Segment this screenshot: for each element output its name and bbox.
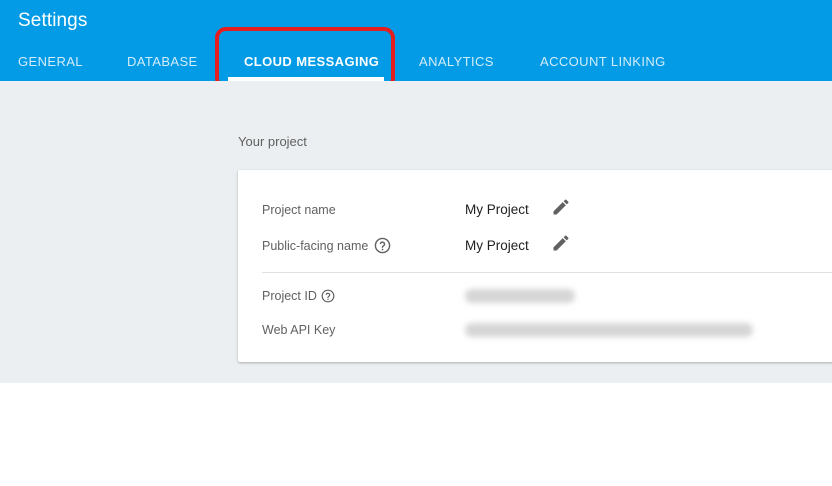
project-card: Project name My Project Public-facing na… <box>238 170 832 362</box>
section-heading: Your project <box>238 134 307 149</box>
page-title: Settings <box>18 10 88 31</box>
public-facing-name-value: My Project <box>465 238 529 253</box>
highlight-annotation <box>215 27 395 89</box>
project-name-value: My Project <box>465 202 529 217</box>
tab-general[interactable]: GENERAL <box>18 54 83 69</box>
web-api-key-value-redacted <box>465 323 753 337</box>
project-name-label: Project name <box>262 203 336 217</box>
app-header: Settings GENERAL DATABASE CLOUD MESSAGIN… <box>0 0 832 81</box>
help-circle-icon[interactable] <box>374 237 391 254</box>
project-name-label-text: Project name <box>262 203 336 217</box>
pencil-icon[interactable] <box>551 233 571 253</box>
divider <box>262 272 832 273</box>
project-id-value-redacted <box>465 289 575 303</box>
tab-database[interactable]: DATABASE <box>127 54 198 69</box>
tab-analytics[interactable]: ANALYTICS <box>419 54 494 69</box>
pencil-icon[interactable] <box>551 197 571 217</box>
tab-account-linking[interactable]: ACCOUNT LINKING <box>540 54 666 69</box>
project-id-label: Project ID <box>262 289 335 303</box>
public-facing-name-label-text: Public-facing name <box>262 238 369 253</box>
web-api-key-label-text: Web API Key <box>262 323 336 337</box>
web-api-key-label: Web API Key <box>262 323 335 337</box>
public-facing-name-label: Public-facing name <box>262 237 391 254</box>
help-circle-icon[interactable] <box>321 289 335 303</box>
project-id-label-text: Project ID <box>262 289 317 303</box>
